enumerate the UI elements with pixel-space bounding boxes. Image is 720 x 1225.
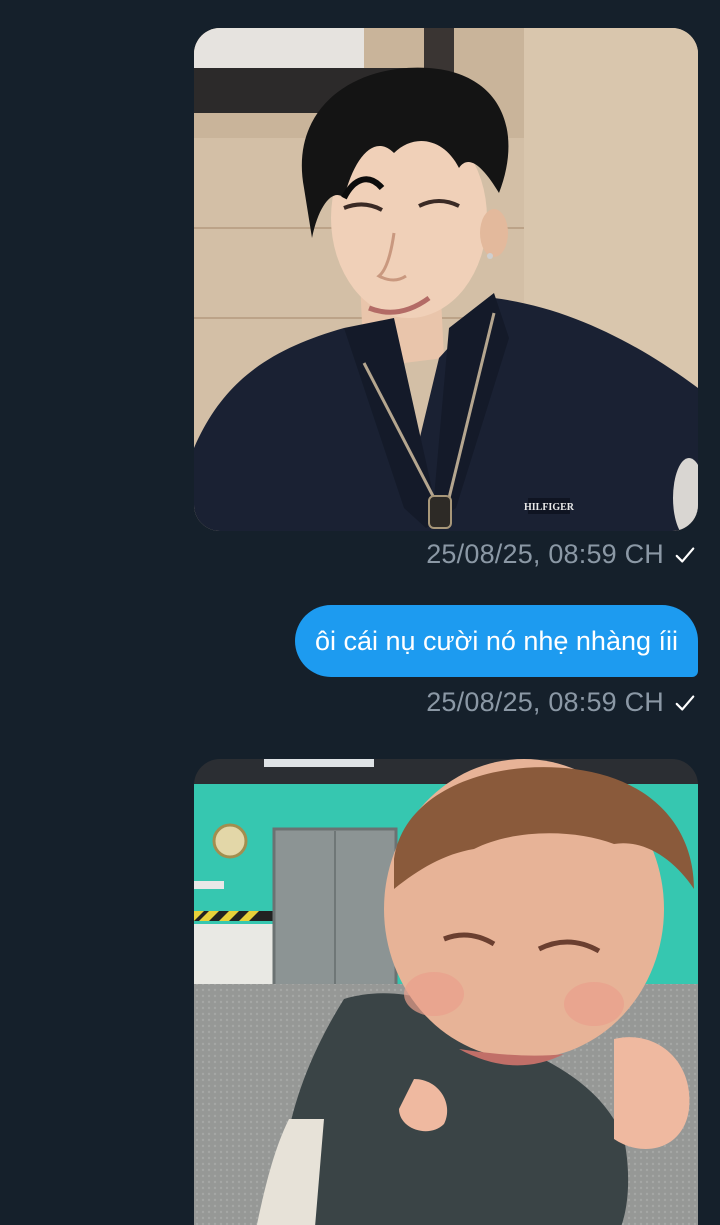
chat-thread: HILFIGER 25/08/25, 08:59 CH ôi cái nụ cư…	[0, 0, 720, 1225]
message-timestamp: 25/08/25, 08:59 CH	[426, 539, 664, 569]
message-timestamp: 25/08/25, 08:59 CH	[426, 687, 664, 717]
image-message-man[interactable]: HILFIGER	[194, 28, 698, 531]
image-message-toddler[interactable]	[194, 759, 698, 1225]
check-icon	[675, 694, 695, 711]
photo-man: HILFIGER	[194, 28, 698, 531]
timestamp-row: 25/08/25, 08:59 CH	[426, 687, 696, 718]
photo-toddler	[194, 759, 698, 1225]
timestamp-row: 25/08/25, 08:59 CH	[426, 539, 696, 570]
check-icon	[675, 546, 695, 563]
jacket-logo: HILFIGER	[524, 502, 575, 513]
message-bubble[interactable]: ôi cái nụ cười nó nhẹ nhàng íii	[294, 605, 698, 677]
